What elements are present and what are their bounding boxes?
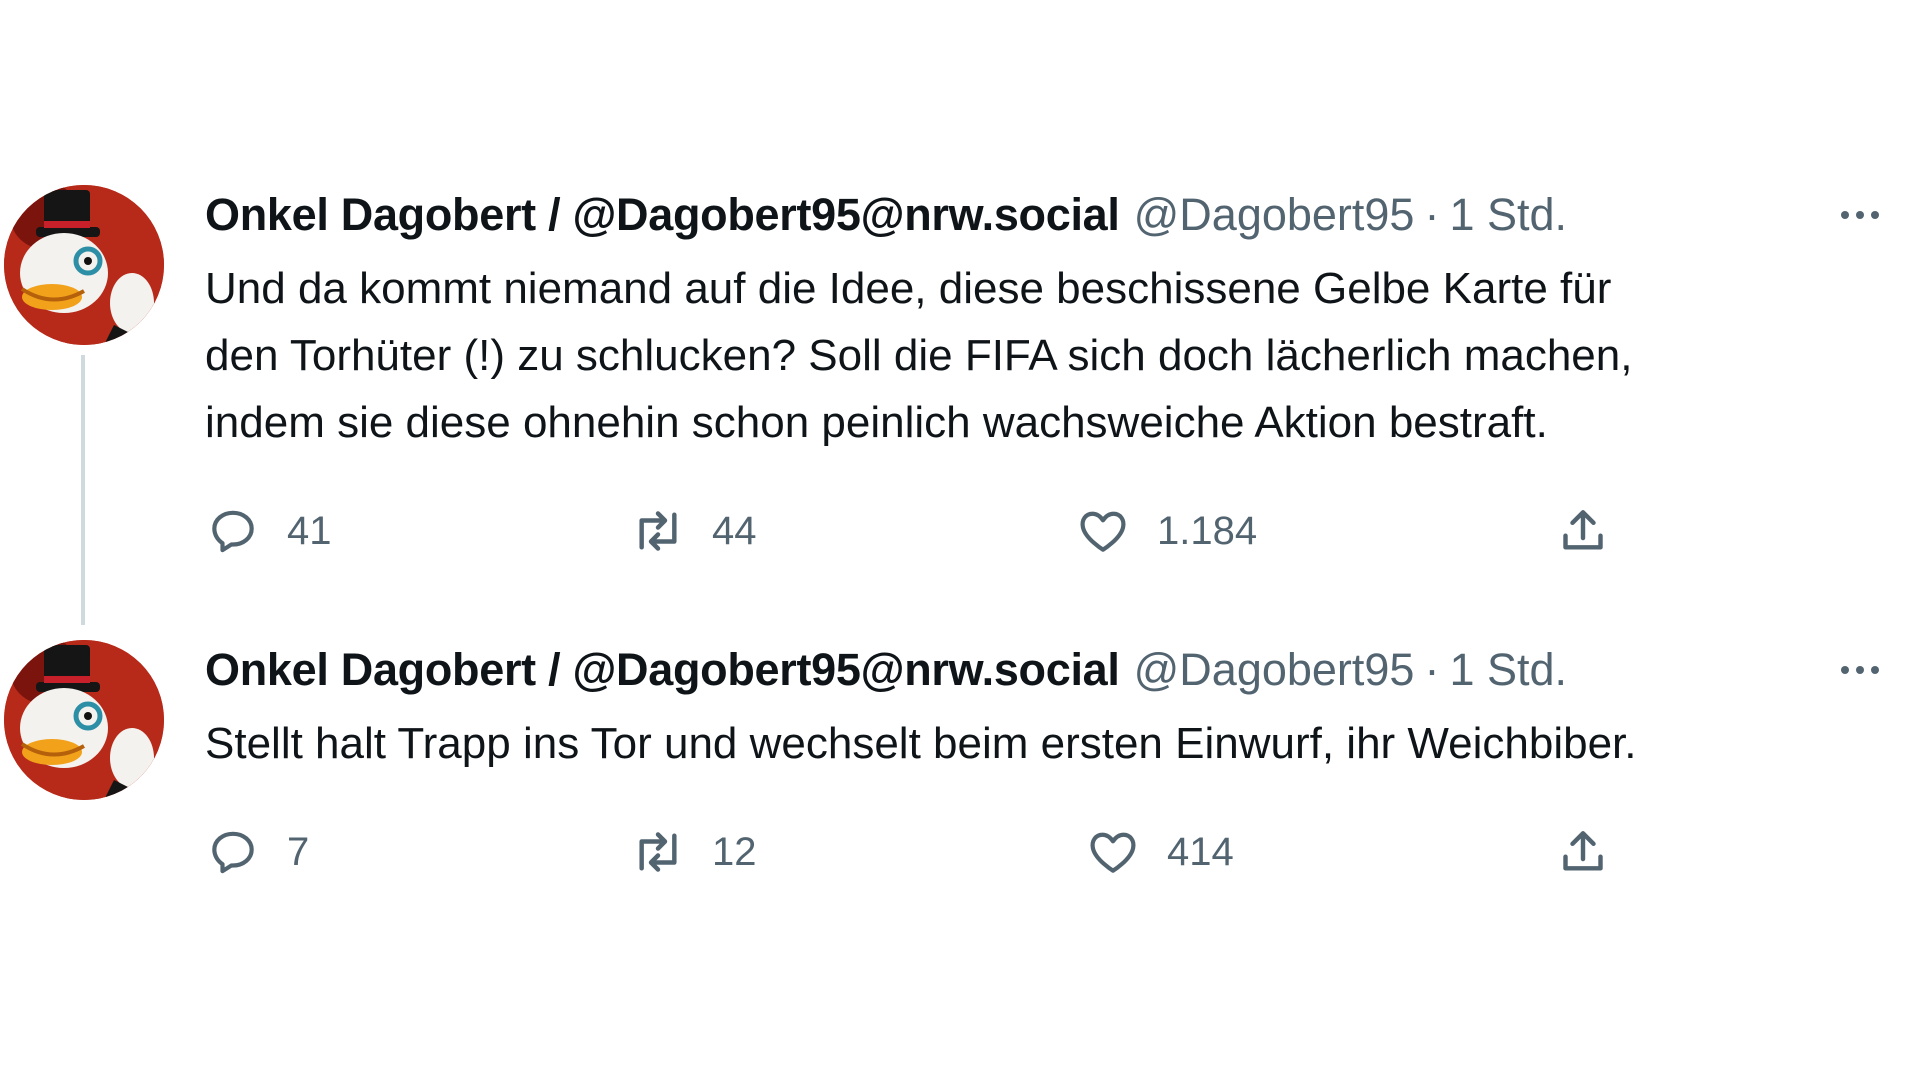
tweet-content: Onkel Dagobert / @Dagobert95@nrw.social … [205,185,1895,566]
tweet-text-line: Stellt halt Trapp ins Tor und wechselt b… [205,719,1637,768]
separator: · [1424,644,1440,695]
tweet-actions: 7 12 414 [205,817,1895,887]
tweet-text-line: Und da kommt niemand auf die Idee, diese… [205,264,1612,313]
tweet-thread: Onkel Dagobert / @Dagobert95@nrw.social … [0,0,1920,1080]
retweet-count: 44 [712,508,757,553]
tweet-text-line: indem sie diese ohnehin schon peinlich w… [205,398,1548,447]
reply-button[interactable]: 41 [205,496,332,566]
retweet-icon [639,832,677,872]
thread-connector-line [81,355,85,625]
retweet-icon [639,511,677,551]
reply-button[interactable]: 7 [205,817,309,887]
more-icon[interactable] [1830,195,1890,235]
display-name[interactable]: Onkel Dagobert / @Dagobert95@nrw.social [205,644,1120,696]
tweet-text: Stellt halt Trapp ins Tor und wechselt b… [205,710,1855,777]
tweet-text-line: den Torhüter (!) zu schlucken? Soll die … [205,331,1633,380]
share-icon [1563,510,1603,550]
like-count: 414 [1167,829,1234,874]
timestamp[interactable]: 1 Std. [1449,644,1567,696]
user-handle[interactable]: @Dagobert95 [1134,644,1415,696]
like-icon [1080,511,1126,552]
tweet-header: Onkel Dagobert / @Dagobert95@nrw.social … [205,640,1895,700]
retweet-button[interactable]: 12 [630,817,757,887]
avatar[interactable] [4,185,164,345]
like-button[interactable]: 414 [1085,817,1234,887]
tweet-header: Onkel Dagobert / @Dagobert95@nrw.social … [205,185,1895,245]
avatar[interactable] [4,640,164,800]
like-count: 1.184 [1157,508,1258,553]
reply-icon [212,831,254,874]
tweet-content: Onkel Dagobert / @Dagobert95@nrw.social … [205,640,1895,887]
share-icon [1563,831,1603,871]
timestamp[interactable]: 1 Std. [1449,189,1567,241]
tweet-text: Und da kommt niemand auf die Idee, diese… [205,255,1855,456]
reply-count: 7 [287,829,310,874]
retweet-count: 12 [712,829,757,874]
retweet-button[interactable]: 44 [630,496,757,566]
like-icon [1090,832,1136,873]
tweet-actions: 41 44 1.184 [205,496,1895,566]
reply-count: 41 [287,508,332,553]
more-icon[interactable] [1830,650,1890,690]
avatar-image [4,185,164,345]
share-button[interactable] [1555,817,1611,887]
share-button[interactable] [1555,496,1611,566]
avatar-image [4,640,164,800]
separator: · [1424,189,1440,240]
display-name[interactable]: Onkel Dagobert / @Dagobert95@nrw.social [205,189,1120,241]
reply-icon [212,510,254,553]
user-handle[interactable]: @Dagobert95 [1134,189,1415,241]
like-button[interactable]: 1.184 [1075,496,1257,566]
